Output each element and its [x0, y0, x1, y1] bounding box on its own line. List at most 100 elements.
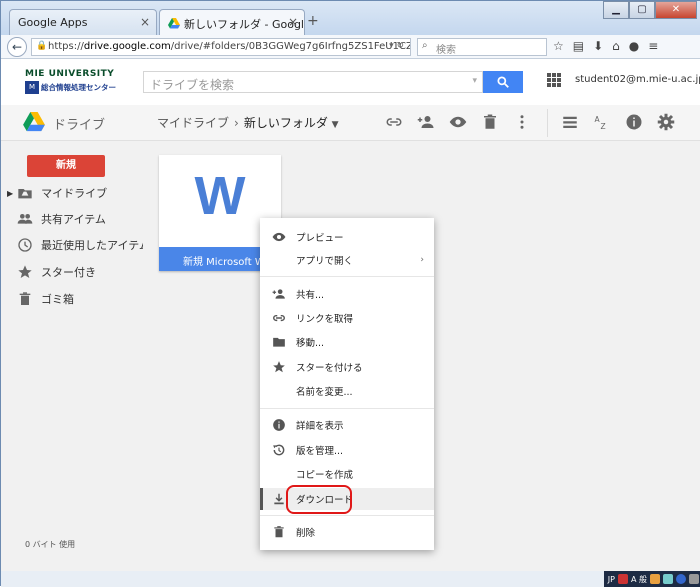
university-logo[interactable]: MIE UNIVERSITY M 総合情報処理センター [25, 69, 127, 99]
menu-item-open-with[interactable]: アプリで開く › [260, 249, 434, 271]
address-bar[interactable]: 🔒 https://drive.google.com/drive/#folder… [31, 38, 411, 56]
drive-search-button[interactable] [483, 71, 523, 93]
menu-divider [260, 515, 434, 516]
link-icon[interactable] [385, 113, 403, 131]
google-drive-icon[interactable] [23, 112, 45, 132]
url-path: /drive/#folders/0B3GGWeg7g6Irfng5ZS1FeU1… [170, 41, 410, 52]
share-person-icon [272, 289, 285, 299]
sidebar-item-shared[interactable]: 共有アイテム [17, 209, 106, 229]
trash-icon [19, 292, 31, 305]
sidebar-item-starred[interactable]: スター付き [17, 262, 96, 282]
new-tab-icon[interactable]: + [307, 13, 319, 29]
tab-bar: Google Apps × 新しいフォルダ - Google... × + ▁ … [1, 1, 700, 35]
minimize-icon[interactable]: ▁ [603, 1, 629, 19]
menu-item-label: 版を管理... [296, 446, 344, 457]
browser-search-input[interactable]: ⌕ 検索 [417, 38, 547, 56]
navigation-bar: ← 🔒 https://drive.google.com/drive/#fold… [1, 35, 700, 59]
close-window-icon[interactable]: ✕ [655, 1, 697, 19]
chat-icon[interactable]: ● [629, 39, 639, 53]
menu-item-label: 共有... [296, 290, 325, 301]
app-title: ドライブ [53, 118, 106, 133]
downloads-icon[interactable]: ⬇ [593, 39, 603, 53]
menu-item-move[interactable]: 移動... [260, 331, 434, 353]
close-tab-icon[interactable]: × [288, 15, 298, 29]
menu-icon[interactable]: ≡ [648, 39, 658, 53]
star-icon [18, 265, 32, 278]
sidebar-item-label: ゴミ箱 [41, 293, 74, 306]
tray-app-icon[interactable] [663, 574, 673, 584]
sidebar-item-trash[interactable]: ゴミ箱 [17, 289, 74, 309]
account-email[interactable]: student02@m.mie-u.ac.jp ▾ [575, 74, 700, 85]
url-host: drive.google.com [83, 41, 171, 52]
menu-item-delete[interactable]: 削除 [260, 521, 434, 543]
menu-item-label: 移動... [296, 338, 325, 349]
reading-list-icon[interactable]: ▤ [573, 39, 584, 53]
storage-quota: 0 バイト 使用 [25, 540, 76, 549]
breadcrumb-my-drive[interactable]: マイドライブ [157, 116, 229, 130]
browser-search-placeholder: 検索 [436, 45, 456, 56]
sidebar-item-my-drive[interactable]: ▶ マイドライブ [7, 183, 107, 203]
settings-gear-icon[interactable] [657, 113, 675, 131]
expand-arrow-icon[interactable]: ▶ [7, 189, 13, 198]
reload-icon[interactable]: ▾ ↻ [389, 41, 404, 51]
menu-item-details[interactable]: 詳細を表示 [260, 414, 434, 436]
chevron-down-icon[interactable]: ▼ [332, 120, 339, 130]
menu-item-preview[interactable]: プレビュー [260, 226, 434, 248]
menu-item-rename[interactable]: 名前を変更... [260, 380, 434, 402]
view-actions: AZ [561, 113, 675, 131]
sidebar: 新規 ▶ マイドライブ 共有アイテム 最近使用したアイテム スター付き ゴミ箱 … [1, 141, 150, 571]
help-icon[interactable] [676, 574, 686, 584]
info-icon[interactable] [625, 113, 643, 131]
breadcrumb-current-folder[interactable]: 新しいフォルダ [244, 116, 328, 130]
url-scheme: https:// [48, 41, 84, 52]
sidebar-item-label: 共有アイテム [41, 213, 106, 226]
hover-indicator [260, 488, 263, 510]
highlight-annotation [286, 485, 352, 514]
tab-new-folder[interactable]: 新しいフォルダ - Google... × [159, 9, 305, 35]
taskbar: JP A 般 [1, 571, 700, 587]
breadcrumb: マイドライブ › 新しいフォルダ ▼ [157, 114, 339, 131]
menu-item-add-star[interactable]: スターを付ける [260, 356, 434, 378]
ime-icon[interactable] [617, 574, 628, 584]
drive-search-input[interactable]: ドライブを検索 ▾ [143, 71, 483, 93]
star-icon [273, 361, 285, 373]
browser-window: Google Apps × 新しいフォルダ - Google... × + ▁ … [0, 0, 700, 587]
trash-icon[interactable] [481, 113, 499, 131]
sort-az-icon[interactable]: AZ [593, 113, 611, 131]
search-icon: ⌕ [422, 40, 428, 51]
item-actions [385, 113, 531, 131]
sidebar-item-recent[interactable]: 最近使用したアイテム [17, 235, 150, 255]
menu-divider [260, 408, 434, 409]
apps-grid-icon[interactable] [547, 73, 561, 87]
language-indicator[interactable]: JP [608, 575, 615, 584]
bookmark-star-icon[interactable]: ☆ [553, 39, 564, 53]
tray-app-icon[interactable] [650, 574, 660, 584]
back-arrow-icon[interactable]: ← [7, 37, 27, 57]
close-tab-icon[interactable]: × [140, 15, 150, 29]
maximize-icon[interactable]: ▢ [629, 1, 655, 19]
drive-search-placeholder: ドライブを検索 [150, 78, 235, 92]
menu-item-share[interactable]: 共有... [260, 283, 434, 305]
menu-item-manage-versions[interactable]: 版を管理... [260, 439, 434, 461]
more-vert-icon[interactable] [513, 113, 531, 131]
search-options-icon[interactable]: ▾ [472, 76, 477, 86]
menu-divider [260, 276, 434, 277]
ime-mode[interactable]: A 般 [631, 574, 647, 585]
tab-google-apps[interactable]: Google Apps × [9, 9, 157, 35]
menu-item-label: アプリで開く [296, 256, 354, 267]
browser-toolbar-icons: ☆ ▤ ⬇ ⌂ ● ≡ [553, 39, 658, 53]
toolbar-divider [547, 109, 548, 137]
menu-item-label: 削除 [296, 528, 316, 539]
new-button[interactable]: 新規 [27, 155, 105, 177]
tray-app-icon[interactable] [689, 574, 699, 584]
menu-item-get-link[interactable]: リンクを取得 [260, 307, 434, 329]
home-icon[interactable]: ⌂ [612, 39, 620, 53]
svg-text:A: A [595, 115, 601, 124]
preview-eye-icon[interactable] [449, 113, 467, 131]
list-view-icon[interactable] [561, 113, 579, 131]
menu-item-make-copy[interactable]: コピーを作成 [260, 463, 434, 485]
share-person-icon[interactable] [417, 113, 435, 131]
tab-label: 新しいフォルダ - Google... [184, 18, 304, 31]
sidebar-item-label: スター付き [41, 266, 96, 279]
drive-header: MIE UNIVERSITY M 総合情報処理センター ドライブを検索 ▾ st… [1, 59, 700, 105]
